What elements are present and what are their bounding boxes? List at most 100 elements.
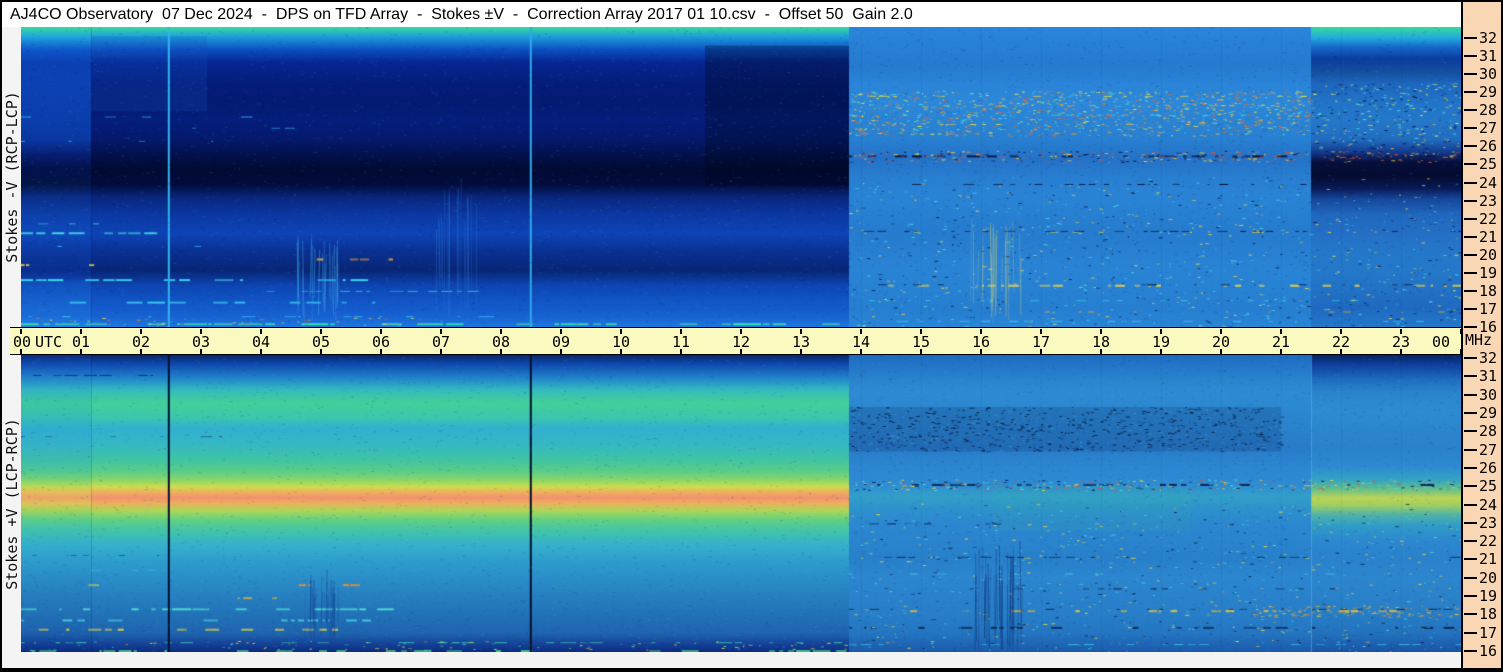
- freq-label: 21: [1479, 227, 1498, 246]
- freq-label: 16: [1479, 318, 1498, 336]
- freq-tick: [1464, 357, 1477, 359]
- freq-label: 21: [1479, 550, 1498, 569]
- freq-label: 28: [1479, 101, 1498, 120]
- hour-label: 23: [1391, 333, 1411, 351]
- freq-tick: [1464, 271, 1477, 274]
- freq-tick: [1464, 253, 1477, 256]
- hour-label: 02: [131, 333, 151, 351]
- freq-label: 22: [1479, 209, 1498, 228]
- freq-tick: [1464, 127, 1477, 130]
- freq-tick: [1464, 145, 1477, 148]
- freq-tick: [1464, 163, 1477, 166]
- freq-label: 32: [1479, 29, 1498, 47]
- freq-tick: [1464, 485, 1477, 488]
- hour-label: 21: [1271, 333, 1291, 351]
- freq-tick: [1464, 631, 1477, 634]
- hour-label: 10: [611, 333, 631, 351]
- freq-label: 29: [1479, 403, 1498, 422]
- freq-label: 18: [1479, 605, 1498, 624]
- hour-label: 06: [371, 333, 391, 351]
- hour-label: 00: [13, 333, 32, 351]
- hour-label: 05: [311, 333, 331, 351]
- freq-label: 25: [1479, 155, 1498, 174]
- spectrogram-viewer-window: AJ4CO Observatory 07 Dec 2024 - DPS on T…: [0, 0, 1503, 672]
- freq-tick: [1464, 91, 1477, 94]
- freq-label: 20: [1479, 568, 1498, 587]
- hour-label: 13: [791, 333, 811, 351]
- freq-label: 24: [1479, 173, 1498, 192]
- freq-label: 19: [1479, 587, 1498, 606]
- freq-tick: [1464, 448, 1477, 451]
- freq-label: 23: [1479, 513, 1498, 532]
- hour-label: 18: [1091, 333, 1111, 351]
- freq-label: 28: [1479, 422, 1498, 441]
- freq-label: 31: [1479, 367, 1498, 386]
- title-bar: AJ4CO Observatory 07 Dec 2024 - DPS on T…: [2, 2, 1461, 27]
- freq-label: 29: [1479, 83, 1498, 102]
- freq-tick: [1464, 613, 1477, 616]
- freq-label: 25: [1479, 477, 1498, 496]
- hour-label: 09: [551, 333, 571, 351]
- hour-label: 16: [971, 333, 991, 351]
- hour-label: 22: [1331, 333, 1351, 351]
- freq-label: 27: [1479, 119, 1498, 138]
- freq-label: 22: [1479, 532, 1498, 551]
- hour-label: 00: [1431, 333, 1450, 351]
- hour-label: 07: [431, 333, 451, 351]
- hour-label: 04: [251, 333, 271, 351]
- hour-label: 12: [731, 333, 751, 351]
- hour-label: 11: [671, 333, 691, 351]
- freq-label: 30: [1479, 385, 1498, 404]
- freq-tick: [1464, 326, 1477, 328]
- freq-label: 20: [1479, 245, 1498, 264]
- freq-label: 23: [1479, 191, 1498, 210]
- freq-tick: [1464, 235, 1477, 238]
- freq-label: 31: [1479, 47, 1498, 66]
- spectrogram-stokes-plus-v: [21, 355, 1461, 652]
- freq-tick: [1464, 393, 1477, 396]
- hour-label: 17: [1031, 333, 1051, 351]
- frequency-scale-column: MHz 32 31 30 29 28 27 26 25 24 23 22 21 20 19 18 17 16 32…: [1461, 2, 1501, 668]
- page-title: AJ4CO Observatory 07 Dec 2024 - DPS on T…: [10, 5, 913, 23]
- freq-label: 19: [1479, 263, 1498, 282]
- hour-label: 15: [911, 333, 931, 351]
- freq-tick: [1464, 199, 1477, 202]
- freq-tick: [1464, 307, 1477, 310]
- freq-label: 24: [1479, 495, 1498, 514]
- bottom-margin-strip: [2, 652, 1461, 668]
- freq-label: 16: [1479, 642, 1498, 660]
- freq-tick: [1464, 289, 1477, 292]
- spectrogram-stokes-minus-v: [21, 27, 1461, 327]
- freq-tick: [1464, 430, 1477, 433]
- freq-tick: [1464, 217, 1477, 220]
- hour-label: 19: [1151, 333, 1171, 351]
- freq-label: 17: [1479, 299, 1498, 318]
- hour-label: 14: [851, 333, 871, 351]
- time-axis: 00 01 02 03 04 05 06 07 08 09 10 11 12 13 14 15 16 17 18 19…: [10, 327, 1462, 355]
- freq-tick: [1464, 375, 1477, 378]
- freq-tick: [1464, 37, 1477, 39]
- panel-label-stokes-plus-v: Stokes +V (LCP-RCP): [2, 417, 21, 590]
- hour-label: 03: [191, 333, 211, 351]
- freq-label: 32: [1479, 349, 1498, 367]
- freq-tick: [1464, 650, 1477, 652]
- freq-label: 30: [1479, 65, 1498, 84]
- freq-tick: [1464, 595, 1477, 598]
- freq-label: 26: [1479, 137, 1498, 156]
- freq-label: 26: [1479, 458, 1498, 477]
- freq-tick: [1464, 521, 1477, 524]
- hour-label: 08: [491, 333, 511, 351]
- freq-label: 17: [1479, 623, 1498, 642]
- hour-label: 01: [71, 333, 91, 351]
- freq-tick: [1464, 73, 1477, 76]
- freq-label: 27: [1479, 440, 1498, 459]
- freq-tick: [1464, 576, 1477, 579]
- freq-tick: [1464, 109, 1477, 112]
- time-unit-label: UTC: [35, 333, 63, 351]
- freq-tick: [1464, 503, 1477, 506]
- freq-tick: [1464, 181, 1477, 184]
- freq-tick: [1464, 558, 1477, 561]
- freq-label: 18: [1479, 281, 1498, 300]
- freq-tick: [1464, 55, 1477, 58]
- freq-tick: [1464, 540, 1477, 543]
